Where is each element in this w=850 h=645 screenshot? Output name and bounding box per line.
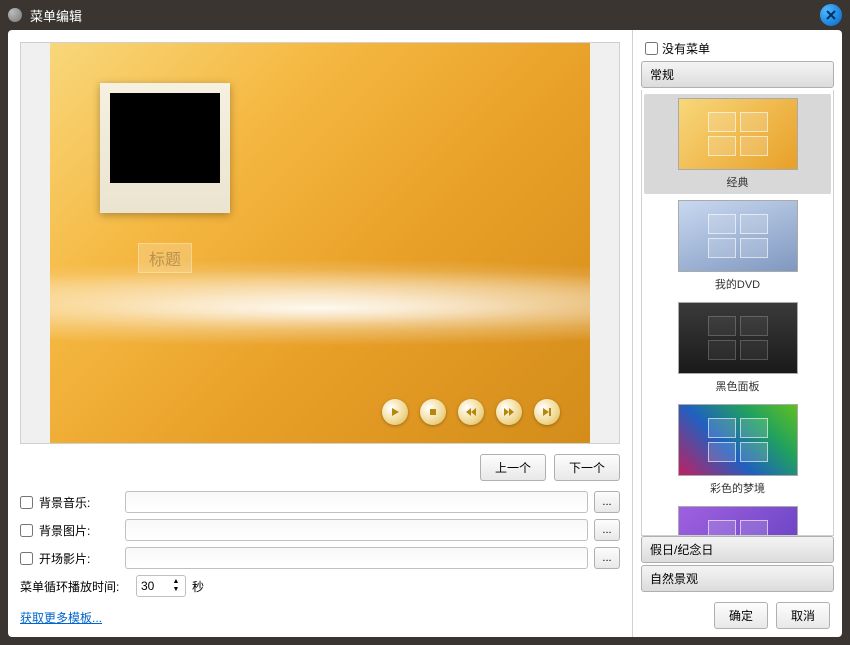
spin-down-icon[interactable]: ▼	[171, 586, 181, 594]
bgm-row: 背景音乐: ...	[20, 491, 620, 513]
template-name: 彩色的梦境	[650, 480, 825, 496]
bgm-label: 背景音乐:	[39, 494, 119, 511]
template-thumb	[678, 302, 798, 374]
loop-label: 菜单循环播放时间:	[20, 578, 130, 595]
prev-button[interactable]: 上一个	[480, 454, 546, 481]
forward-icon	[503, 406, 515, 418]
stop-icon	[427, 406, 439, 418]
intro-browse-button[interactable]: ...	[594, 547, 620, 569]
intro-checkbox[interactable]	[20, 552, 33, 565]
bgm-browse-button[interactable]: ...	[594, 491, 620, 513]
skip-icon	[541, 406, 553, 418]
loop-unit: 秒	[192, 578, 204, 595]
menu-editor-window: 菜单编辑 标题	[0, 0, 850, 645]
loop-value: 30	[141, 579, 154, 593]
section-holiday[interactable]: 假日/纪念日	[641, 536, 834, 563]
nav-row: 上一个 下一个	[20, 444, 620, 491]
play-icon	[389, 406, 401, 418]
loop-spinner[interactable]: 30 ▲ ▼	[136, 575, 186, 597]
stop-button[interactable]	[420, 399, 446, 425]
template-item[interactable]: 黑色面板	[644, 298, 831, 398]
more-templates-link[interactable]: 获取更多模板...	[20, 609, 620, 626]
bgm-checkbox[interactable]	[20, 496, 33, 509]
forward-button[interactable]	[496, 399, 522, 425]
template-thumb	[678, 98, 798, 170]
window-title: 菜单编辑	[30, 6, 820, 25]
settings-form: 背景音乐: ... 背景图片: ... 开场影片: ... 菜	[20, 491, 620, 626]
template-item[interactable]: 彩色的梦境	[644, 400, 831, 500]
slide-thumbnail	[110, 93, 220, 183]
no-menu-label: 没有菜单	[662, 40, 710, 57]
footer-buttons: 确定 取消	[641, 594, 834, 629]
intro-input[interactable]	[125, 547, 588, 569]
template-list[interactable]: 经典我的DVD 黑色面板彩色的梦境	[641, 90, 834, 536]
section-general[interactable]: 常规	[641, 61, 834, 88]
bgimg-label: 背景图片:	[39, 522, 119, 539]
close-icon	[825, 9, 837, 21]
template-name: 黑色面板	[650, 378, 825, 394]
template-thumb	[678, 506, 798, 536]
section-nature[interactable]: 自然景观	[641, 565, 834, 592]
next-button[interactable]	[534, 399, 560, 425]
right-pane: 没有菜单 常规 经典我的DVD 黑色面板彩色的梦境 假日/纪念日 自然景观 确定 …	[632, 30, 842, 637]
template-item[interactable]	[644, 502, 831, 536]
loop-row: 菜单循环播放时间: 30 ▲ ▼ 秒	[20, 575, 620, 597]
spin-up-icon[interactable]: ▲	[171, 578, 181, 586]
title-placeholder[interactable]: 标题	[138, 243, 192, 273]
template-name: 经典	[650, 174, 825, 190]
no-menu-row: 没有菜单	[641, 40, 834, 57]
app-icon	[8, 8, 22, 22]
no-menu-checkbox[interactable]	[645, 42, 658, 55]
intro-row: 开场影片: ...	[20, 547, 620, 569]
playback-controls	[382, 399, 560, 425]
rewind-button[interactable]	[458, 399, 484, 425]
slide-frame[interactable]	[100, 83, 230, 213]
window-body: 标题 上一个 下一个 背景音乐:	[8, 30, 842, 637]
titlebar: 菜单编辑	[0, 0, 850, 30]
template-thumb	[678, 200, 798, 272]
template-thumb	[678, 404, 798, 476]
bgimg-browse-button[interactable]: ...	[594, 519, 620, 541]
preview-area: 标题	[20, 42, 620, 444]
template-name: 我的DVD	[650, 276, 825, 292]
next-button[interactable]: 下一个	[554, 454, 620, 481]
rewind-icon	[465, 406, 477, 418]
cancel-button[interactable]: 取消	[776, 602, 830, 629]
bgimg-checkbox[interactable]	[20, 524, 33, 537]
template-item[interactable]: 我的DVD	[644, 196, 831, 296]
menu-preview-canvas[interactable]: 标题	[50, 43, 590, 443]
ok-button[interactable]: 确定	[714, 602, 768, 629]
bgimg-input[interactable]	[125, 519, 588, 541]
bgm-input[interactable]	[125, 491, 588, 513]
close-button[interactable]	[820, 4, 842, 26]
template-item[interactable]: 经典	[644, 94, 831, 194]
left-pane: 标题 上一个 下一个 背景音乐:	[8, 30, 632, 637]
intro-label: 开场影片:	[39, 550, 119, 567]
bgimg-row: 背景图片: ...	[20, 519, 620, 541]
play-button[interactable]	[382, 399, 408, 425]
